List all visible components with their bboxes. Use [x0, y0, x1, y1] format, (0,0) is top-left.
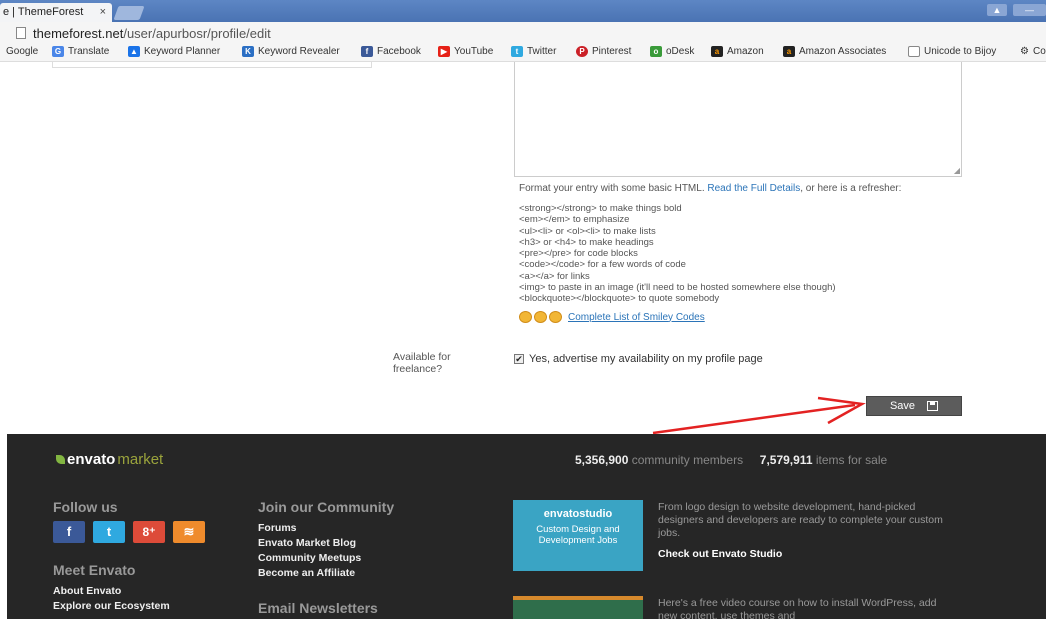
- bookmark-unicode-to-bijoy[interactable]: Unicode to Bijoy: [908, 46, 996, 57]
- keyword-revealer-icon: K: [242, 46, 254, 57]
- new-tab-button[interactable]: [113, 6, 145, 20]
- resize-handle-icon[interactable]: ◢: [954, 166, 960, 175]
- bookmark-google[interactable]: Google: [6, 46, 38, 57]
- user-icon[interactable]: ▲: [987, 4, 1007, 16]
- envato-market-logo[interactable]: envato market: [56, 451, 163, 468]
- freelance-checkbox-row[interactable]: ✔ Yes, advertise my availability on my p…: [514, 353, 763, 365]
- items-count: 7,579,911: [759, 453, 813, 467]
- browser-tab-bar: e | ThemeForest × ▲ —: [0, 0, 1046, 22]
- wordpress-course-promo[interactable]: [513, 596, 643, 619]
- youtube-icon: ▶: [438, 46, 450, 57]
- tag-hint: <blockquote></blockquote> to quote someb…: [519, 293, 720, 305]
- follow-heading: Follow us: [53, 499, 118, 515]
- social-icons: f t 8⁺ ≋: [53, 521, 205, 543]
- smiley-icon: [519, 311, 532, 323]
- community-heading: Join our Community: [258, 499, 395, 515]
- tag-hint: <ul><li> or <ol><li> to make lists: [519, 225, 656, 237]
- tag-hint: <em></em> to emphasize: [519, 214, 630, 226]
- bookmark-keyword-revealer[interactable]: K Keyword Revealer: [242, 46, 340, 57]
- footer-link[interactable]: Envato Market Blog: [258, 536, 361, 551]
- studio-logo: envatostudio: [543, 508, 613, 520]
- footer-link[interactable]: Community Meetups: [258, 551, 361, 566]
- amazon-icon: a: [783, 46, 795, 57]
- rss-icon[interactable]: ≋: [173, 521, 205, 543]
- tab-close-icon[interactable]: ×: [100, 6, 106, 18]
- newsletter-heading: Email Newsletters: [258, 600, 378, 616]
- bookmark-youtube[interactable]: ▶ YouTube: [438, 46, 493, 57]
- keyword-planner-icon: ▲: [128, 46, 140, 57]
- footer-link[interactable]: Forums: [258, 521, 361, 536]
- browser-tab[interactable]: e | ThemeForest ×: [0, 3, 112, 22]
- minimize-icon[interactable]: —: [1013, 4, 1046, 16]
- tag-hint: <strong></strong> to make things bold: [519, 203, 682, 214]
- course-description: Here's a free video course on how to ins…: [658, 597, 937, 619]
- twitter-icon[interactable]: t: [93, 521, 125, 543]
- page-icon: [908, 46, 920, 57]
- google-plus-icon[interactable]: 8⁺: [133, 521, 165, 543]
- footer-link[interactable]: Explore our Ecosystem: [53, 599, 170, 614]
- freelance-label: Available for freelance?: [393, 351, 451, 375]
- profile-textarea[interactable]: ◢: [514, 62, 962, 177]
- envato-leaf-icon: [56, 455, 65, 464]
- bookmark-co[interactable]: ⚙ Co: [1020, 46, 1046, 57]
- save-button[interactable]: Save: [866, 396, 962, 416]
- html-tag-list: <strong></strong> to make things bold <e…: [519, 203, 836, 305]
- save-button-label: Save: [889, 400, 916, 412]
- facebook-icon[interactable]: f: [53, 521, 85, 543]
- studio-description: From logo design to website development,…: [658, 501, 943, 539]
- meet-envato-heading: Meet Envato: [53, 562, 136, 578]
- facebook-icon: f: [361, 46, 373, 57]
- bookmark-keyword-planner[interactable]: ▲ Keyword Planner: [128, 46, 220, 57]
- url-field[interactable]: themeforest.net/user/apurbosr/profile/ed…: [33, 26, 271, 41]
- url-host: themeforest.net: [33, 26, 124, 41]
- read-full-details-link[interactable]: Read the Full Details: [707, 183, 800, 194]
- tag-hint: <a></a> for links: [519, 270, 590, 282]
- format-help-text: Format your entry with some basic HTML. …: [519, 183, 902, 194]
- smiley-codes-link[interactable]: Complete List of Smiley Codes: [568, 312, 705, 323]
- studio-title: Custom Design and Development Jobs: [536, 524, 620, 546]
- footer-stats: 5,356,900 community members 7,579,911 it…: [575, 453, 888, 467]
- tab-title: e | ThemeForest: [3, 6, 84, 18]
- gear-icon: ⚙: [1020, 46, 1029, 57]
- freelance-checkbox[interactable]: ✔: [514, 354, 524, 364]
- bookmark-amazon-associates[interactable]: a Amazon Associates: [783, 46, 886, 57]
- twitter-icon: t: [511, 46, 523, 57]
- translate-icon: G: [52, 46, 64, 57]
- smiley-icon: [549, 311, 562, 323]
- footer-link[interactable]: About Envato: [53, 584, 170, 599]
- tag-hint: <code></code> for a few words of code: [519, 259, 686, 271]
- bookmark-amazon[interactable]: a Amazon: [711, 46, 764, 57]
- envato-studio-promo[interactable]: envatostudio Custom Design and Developme…: [513, 500, 643, 571]
- bookmark-twitter[interactable]: t Twitter: [511, 46, 556, 57]
- bookmark-pinterest[interactable]: P Pinterest: [576, 46, 631, 57]
- left-panel-box: [52, 62, 372, 68]
- bookmark-odesk[interactable]: o oDesk: [650, 46, 694, 57]
- url-path: /user/apurbosr/profile/edit: [123, 26, 271, 41]
- smiley-row: Complete List of Smiley Codes: [519, 311, 705, 323]
- community-links: Forums Envato Market Blog Community Meet…: [258, 521, 361, 581]
- page-icon: [16, 27, 26, 39]
- members-count: 5,356,900: [575, 453, 629, 467]
- floppy-disk-icon: [927, 401, 939, 411]
- tag-hint: <h3> or <h4> to make headings: [519, 236, 654, 248]
- odesk-icon: o: [650, 46, 662, 57]
- freelance-checkbox-label: Yes, advertise my availability on my pro…: [529, 353, 763, 365]
- smiley-icon: [534, 311, 547, 323]
- meet-links: About Envato Explore our Ecosystem: [53, 584, 170, 614]
- tag-hint: <img> to paste in an image (it'll need t…: [519, 282, 836, 294]
- amazon-icon: a: [711, 46, 723, 57]
- bookmark-translate[interactable]: G Translate: [52, 46, 109, 57]
- bookmarks-bar: Google G Translate ▲ Keyword Planner K Keyw…: [0, 44, 1046, 62]
- footer-link[interactable]: Become an Affiliate: [258, 566, 361, 581]
- tag-hint: <pre></pre> for code blocks: [519, 248, 638, 260]
- pinterest-icon: P: [576, 46, 588, 57]
- studio-cta-link[interactable]: Check out Envato Studio: [658, 548, 782, 560]
- bookmark-facebook[interactable]: f Facebook: [361, 46, 421, 57]
